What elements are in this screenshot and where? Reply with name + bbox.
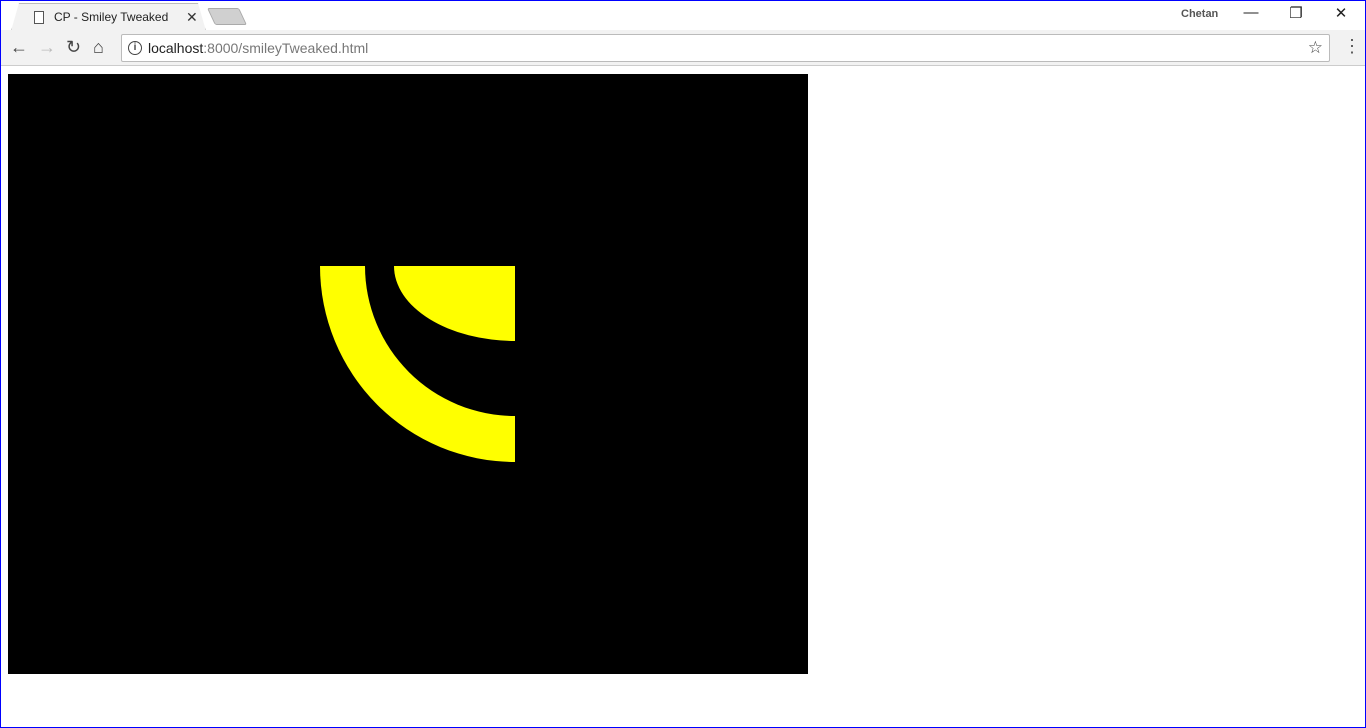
smiley-canvas: [8, 74, 808, 674]
url-path: :8000/smileyTweaked.html: [203, 40, 369, 56]
window-close-icon[interactable]: ✕: [1321, 4, 1361, 22]
document-icon: [34, 10, 44, 24]
reload-icon[interactable]: ↻: [66, 37, 81, 58]
smiley-drawing: [320, 266, 515, 462]
restore-icon[interactable]: ❐: [1276, 4, 1316, 22]
back-icon[interactable]: ←: [10, 37, 28, 58]
info-icon[interactable]: i: [128, 41, 142, 55]
title-bar: CP - Smiley Tweaked ✕ Chetan — ❐ ✕: [1, 1, 1365, 31]
profile-name[interactable]: Chetan: [1181, 8, 1218, 20]
forward-icon[interactable]: →: [38, 37, 56, 58]
tab-active[interactable]: CP - Smiley Tweaked ✕: [11, 3, 206, 31]
star-icon[interactable]: ☆: [1308, 38, 1323, 58]
minimize-icon[interactable]: —: [1231, 4, 1271, 21]
address-bar[interactable]: i localhost:8000/smileyTweaked.html ☆: [121, 34, 1330, 62]
url-host: localhost: [148, 40, 204, 56]
home-icon[interactable]: ⌂: [93, 37, 104, 58]
toolbar: ← → ↻ ⌂ i localhost:8000/smileyTweaked.h…: [1, 30, 1365, 66]
close-tab-icon[interactable]: ✕: [186, 9, 198, 26]
menu-icon[interactable]: ⋮: [1343, 36, 1361, 57]
tab-title: CP - Smiley Tweaked: [54, 10, 169, 24]
new-tab-button[interactable]: [207, 8, 247, 25]
